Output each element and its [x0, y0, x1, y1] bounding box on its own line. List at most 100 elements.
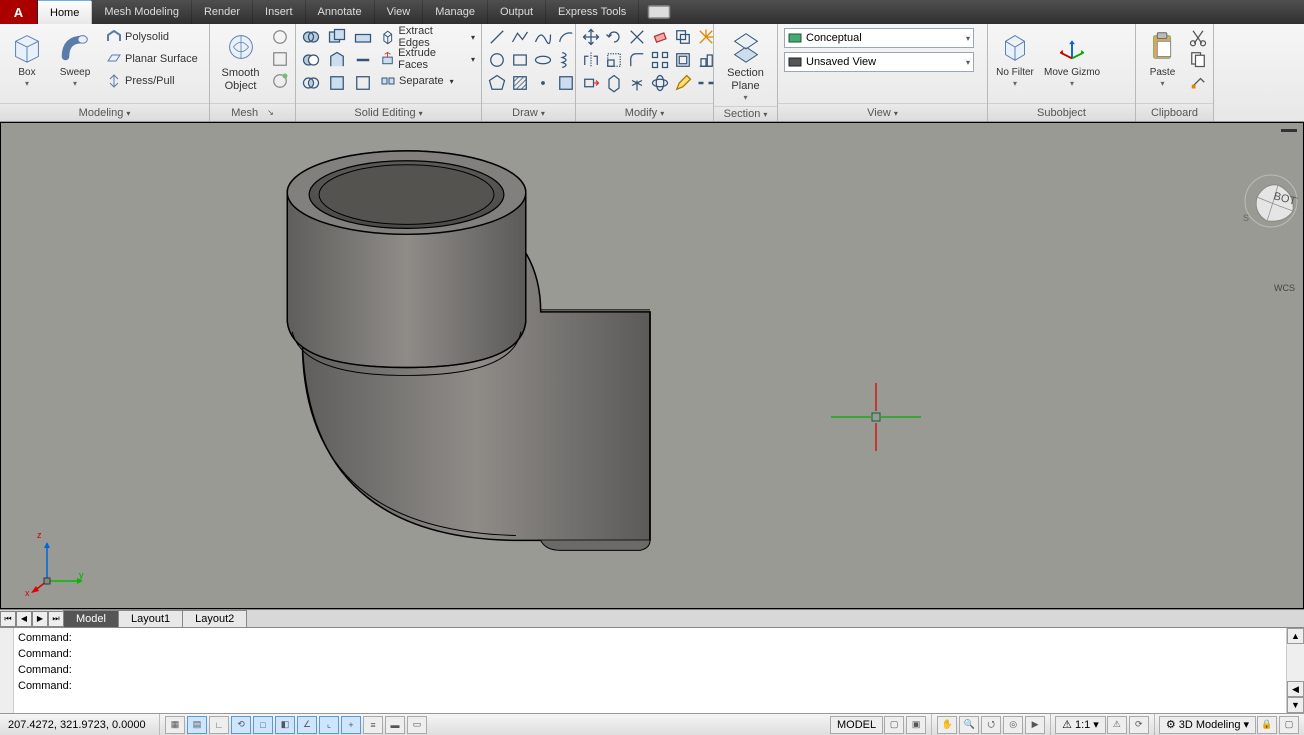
copy-clip-button[interactable]	[1187, 48, 1209, 70]
tab-view[interactable]: View	[375, 0, 424, 24]
steering-wheel-button[interactable]: ◎	[1003, 716, 1023, 734]
layout-last-button[interactable]: ⏭	[48, 611, 64, 627]
array-button[interactable]	[649, 49, 671, 71]
command-body[interactable]: Command: Command: Command: Command:	[14, 628, 1286, 713]
autoscale-button[interactable]: ⟳	[1129, 716, 1149, 734]
se-tool-b2[interactable]	[352, 49, 374, 71]
app-icon[interactable]: A	[0, 0, 38, 24]
otrack-button[interactable]: ∠	[297, 716, 317, 734]
mirror-button[interactable]	[580, 49, 602, 71]
layout-tab-layout1[interactable]: Layout1	[118, 610, 183, 627]
annotation-visibility-button[interactable]: ⚠	[1107, 716, 1127, 734]
offset-button[interactable]	[672, 49, 694, 71]
grid-button[interactable]: ▤	[187, 716, 207, 734]
scroll-up-button[interactable]: ▲	[1287, 628, 1304, 644]
presspull-button[interactable]: Press/Pull	[104, 70, 200, 92]
point-button[interactable]	[532, 72, 554, 94]
se-tool-b1[interactable]	[352, 26, 374, 48]
smooth-object-button[interactable]: Smooth Object	[214, 26, 267, 95]
tpy-button[interactable]: ▬	[385, 716, 405, 734]
lwt-button[interactable]: ≡	[363, 716, 383, 734]
panel-title-modeling[interactable]: Modeling	[0, 103, 209, 121]
se-tool-a2[interactable]	[326, 49, 348, 71]
panel-title-section[interactable]: Section	[714, 106, 777, 121]
osnap-button[interactable]: □	[253, 716, 273, 734]
3drotate-button[interactable]	[649, 72, 671, 94]
rect-button[interactable]	[509, 49, 531, 71]
sweep-button[interactable]: Sweep ▾	[52, 26, 98, 90]
saved-view-dropdown[interactable]: Unsaved View ▾	[784, 52, 974, 72]
quickview-layouts-button[interactable]: ▢	[884, 716, 904, 734]
ellipse-button[interactable]	[532, 49, 554, 71]
section-plane-button[interactable]: Section Plane ▾	[718, 26, 773, 104]
orbit-button[interactable]: ⭯	[981, 716, 1001, 734]
visual-style-dropdown[interactable]: Conceptual ▾	[784, 28, 974, 48]
snap-mode-button[interactable]: ▦	[165, 716, 185, 734]
mesh-tool-3[interactable]	[269, 70, 291, 92]
extrude-faces-button[interactable]: Extrude Faces▾	[378, 48, 477, 70]
help-icon[interactable]	[639, 0, 679, 24]
cut-button[interactable]	[1187, 26, 1209, 48]
circle-button[interactable]	[486, 49, 508, 71]
command-scrollbar[interactable]: ▲ ◀ ▼	[1286, 628, 1304, 713]
3dosnap-button[interactable]: ◧	[275, 716, 295, 734]
edit-button[interactable]	[672, 72, 694, 94]
tab-home[interactable]: Home	[38, 0, 92, 24]
hatch-button[interactable]	[509, 72, 531, 94]
polysolid-button[interactable]: Polysolid	[104, 26, 200, 48]
annotation-scale-button[interactable]: ⚠ 1:1 ▾	[1055, 716, 1106, 734]
move-gizmo-button[interactable]: Move Gizmo ▾	[1040, 26, 1104, 90]
mesh-tool-2[interactable]	[269, 48, 291, 70]
tab-output[interactable]: Output	[488, 0, 546, 24]
tab-render[interactable]: Render	[192, 0, 253, 24]
layout-first-button[interactable]: ⏮	[0, 611, 16, 627]
3dalign-button[interactable]	[603, 72, 625, 94]
arc-button[interactable]	[555, 26, 577, 48]
region-button[interactable]	[555, 72, 577, 94]
panel-title-view[interactable]: View	[778, 103, 987, 121]
ortho-button[interactable]: ∟	[209, 716, 229, 734]
box-button[interactable]: Box ▾	[4, 26, 50, 90]
helix-button[interactable]	[555, 49, 577, 71]
stretch-button[interactable]	[580, 72, 602, 94]
line-button[interactable]	[486, 26, 508, 48]
paste-button[interactable]: Paste ▾	[1140, 26, 1185, 90]
se-tool-a1[interactable]	[326, 26, 348, 48]
mesh-tool-1[interactable]	[269, 26, 291, 48]
wcs-label[interactable]: WCS	[1274, 283, 1295, 293]
panel-title-modify[interactable]: Modify	[576, 103, 713, 121]
3dmove-button[interactable]	[626, 72, 648, 94]
lock-ui-button[interactable]: 🔒	[1257, 716, 1277, 734]
spline-button[interactable]	[532, 26, 554, 48]
zoom-button[interactable]: 🔍	[959, 716, 979, 734]
polygon-button[interactable]	[486, 72, 508, 94]
quickview-drawings-button[interactable]: ▣	[906, 716, 926, 734]
viewport-3d[interactable]: z y x BOTTOM S WCS	[0, 122, 1304, 609]
tab-express-tools[interactable]: Express Tools	[546, 0, 639, 24]
match-button[interactable]	[1187, 70, 1209, 92]
trim-button[interactable]	[626, 26, 648, 48]
command-window[interactable]: Command: Command: Command: Command: ▲ ◀ …	[0, 627, 1304, 713]
polyline-button[interactable]	[509, 26, 531, 48]
dyn-button[interactable]: +	[341, 716, 361, 734]
scroll-left-button[interactable]: ◀	[1287, 681, 1304, 697]
copy-button[interactable]	[672, 26, 694, 48]
polar-button[interactable]: ⟲	[231, 716, 251, 734]
showmotion-button[interactable]: ▶	[1025, 716, 1045, 734]
scroll-down-button[interactable]: ▼	[1287, 697, 1304, 713]
rotate-button[interactable]	[603, 26, 625, 48]
no-filter-button[interactable]: No Filter ▾	[992, 26, 1038, 90]
tab-insert[interactable]: Insert	[253, 0, 306, 24]
se-tool-a3[interactable]	[326, 72, 348, 94]
layout-tab-model[interactable]: Model	[63, 610, 119, 627]
planar-surface-button[interactable]: Planar Surface	[104, 48, 200, 70]
clean-screen-button[interactable]: ▢	[1279, 716, 1299, 734]
intersect-button[interactable]	[300, 72, 322, 94]
scale-button[interactable]	[603, 49, 625, 71]
panel-title-solid-editing[interactable]: Solid Editing	[296, 103, 481, 121]
extract-edges-button[interactable]: Extract Edges▾	[378, 26, 477, 48]
tab-annotate[interactable]: Annotate	[306, 0, 375, 24]
erase-button[interactable]	[649, 26, 671, 48]
ducs-button[interactable]: ⌞	[319, 716, 339, 734]
coordinates-readout[interactable]: 207.4272, 321.9723, 0.0000	[0, 714, 160, 735]
